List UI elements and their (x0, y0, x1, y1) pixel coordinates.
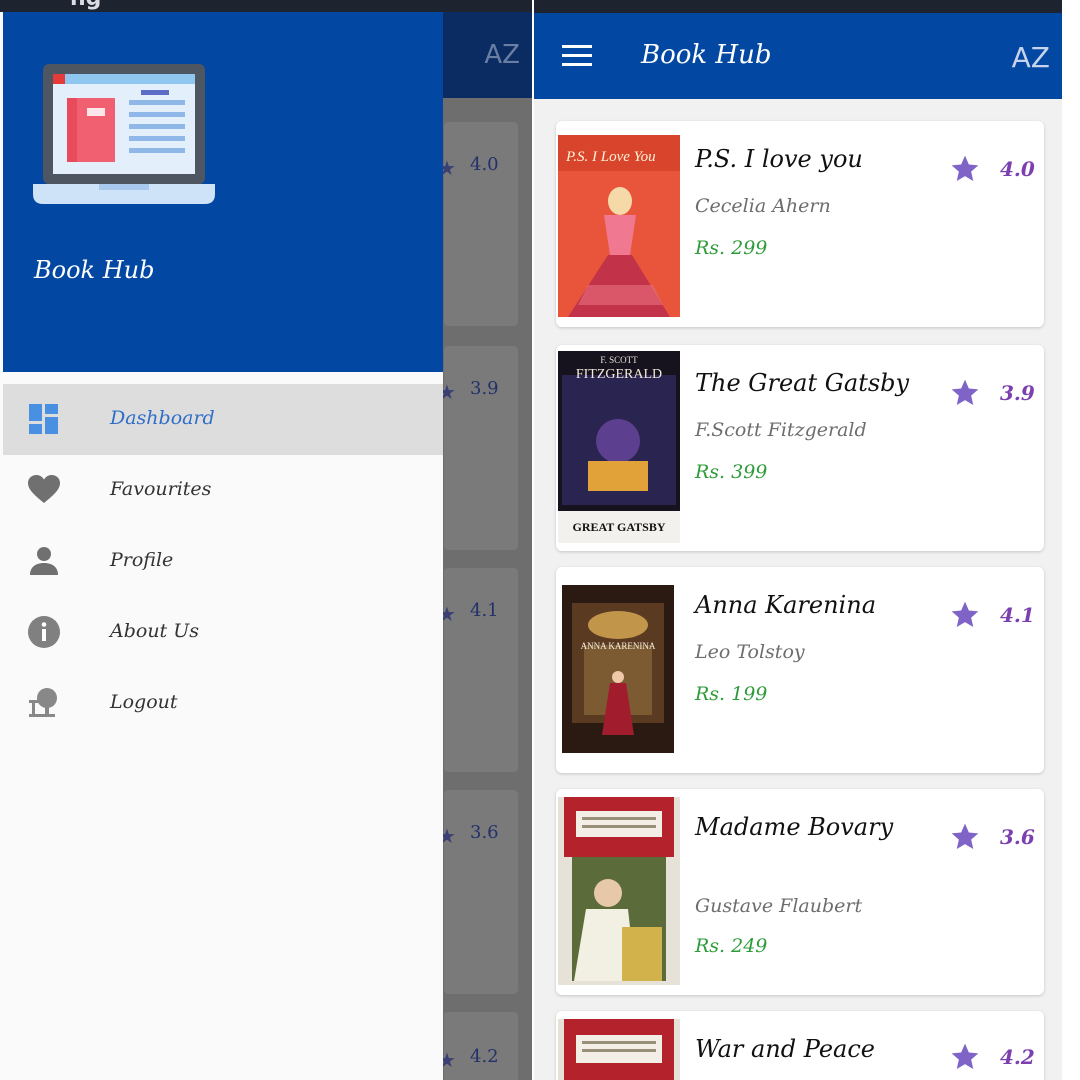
menu-item-logout[interactable]: Logout (3, 668, 443, 739)
cover-title: P.S. I Love You (565, 149, 656, 165)
book-cover-image: P.S. I Love You (558, 135, 680, 317)
star-icon (951, 379, 979, 405)
background-rating: 3.6 (470, 822, 499, 843)
book-title: Anna Karenina (695, 591, 876, 619)
background-rating: 4.2 (470, 1046, 499, 1067)
drawer-screen: ng AZ ★ 4.0 ★ 3.9 ★ 4.1 ★ 3.6 ★ 4.2 (0, 0, 532, 1080)
book-price: Rs. 199 (695, 683, 768, 705)
menu-item-dashboard[interactable]: Dashboard (3, 384, 443, 455)
background-rating: 3.9 (470, 378, 499, 399)
logout-icon (29, 688, 57, 717)
cover-title: ANNA KARENINA (581, 641, 656, 651)
star-icon (951, 1043, 979, 1069)
book-rating: 3.9 (1000, 381, 1035, 405)
background-rating: 4.1 (470, 600, 499, 621)
book-price: Rs. 249 (695, 935, 768, 957)
background-rating: 4.0 (470, 154, 499, 175)
book-author: F.Scott Fitzgerald (695, 419, 867, 441)
menu-item-label: Logout (110, 691, 178, 713)
book-cover-image: ANNA KARENINA (562, 585, 674, 753)
book-title: The Great Gatsby (695, 369, 910, 397)
book-rating: 4.2 (1000, 1045, 1035, 1069)
drawer-title: Book Hub (34, 256, 155, 284)
book-rating: 3.6 (1000, 825, 1035, 849)
app-toolbar: Book Hub AZ (534, 13, 1062, 99)
book-cover-image: F. SCOTT FITZGERALD GREAT GATSBY (558, 351, 680, 543)
book-title: P.S. I love you (695, 145, 863, 173)
menu-item-profile[interactable]: Profile (3, 526, 443, 597)
book-rating: 4.1 (1000, 603, 1035, 627)
heart-icon (28, 475, 60, 503)
background-card (444, 346, 518, 550)
book-card[interactable]: F. SCOTT FITZGERALD GREAT GATSBY The Gre… (556, 345, 1044, 551)
book-card[interactable]: P.S. I Love You P.S. I love you Cecelia … (556, 121, 1044, 327)
book-price: Rs. 299 (695, 237, 768, 259)
book-card[interactable]: ANNA KARENINA Anna Karenina Leo Tolstoy … (556, 567, 1044, 773)
cover-title: GREAT GATSBY (572, 520, 665, 534)
drawer-menu: Dashboard Favourites Profile About Us Lo… (3, 384, 443, 739)
hamburger-menu-icon[interactable] (562, 45, 592, 67)
laptop-book-icon (33, 64, 215, 204)
status-bar-text: ng (70, 0, 101, 11)
status-bar (534, 0, 1062, 12)
background-card (444, 122, 518, 326)
menu-item-label: Dashboard (110, 407, 215, 429)
book-author: Cecelia Ahern (695, 195, 831, 217)
drawer-header: Book Hub (3, 12, 443, 372)
dashboard-icon (29, 404, 58, 434)
book-author: Leo Tolstoy (695, 641, 805, 663)
info-icon (28, 616, 60, 648)
book-author: Gustave Flaubert (695, 895, 863, 917)
book-list-screen: Book Hub AZ P.S. I Love You P.S. I love … (534, 0, 1062, 1080)
menu-item-about-us[interactable]: About Us (3, 597, 443, 668)
book-cover-image (558, 1019, 680, 1080)
menu-item-label: Profile (110, 549, 174, 571)
background-sort-button: AZ (484, 40, 520, 70)
book-list: P.S. I Love You P.S. I love you Cecelia … (534, 99, 1062, 1080)
menu-item-label: About Us (110, 620, 199, 642)
status-bar: ng (0, 0, 532, 12)
navigation-drawer: Book Hub Dashboard Favourites Profile Ab… (0, 12, 443, 1080)
menu-item-favourites[interactable]: Favourites (3, 455, 443, 526)
star-icon (951, 155, 979, 181)
background-card (444, 568, 518, 772)
book-cover-image (558, 797, 680, 985)
person-icon (30, 547, 58, 575)
menu-item-label: Favourites (110, 478, 212, 500)
book-title: War and Peace (695, 1035, 875, 1063)
star-icon (951, 823, 979, 849)
book-card[interactable]: Madame Bovary Gustave Flaubert Rs. 249 3… (556, 789, 1044, 995)
book-price: Rs. 399 (695, 461, 768, 483)
book-title: Madame Bovary (695, 813, 894, 841)
cover-author-name: FITZGERALD (576, 367, 662, 382)
book-card[interactable]: War and Peace 4.2 (556, 1011, 1044, 1080)
book-rating: 4.0 (1000, 157, 1035, 181)
cover-author: F. SCOTT (600, 355, 638, 365)
sort-button[interactable]: AZ (1012, 41, 1050, 74)
app-title: Book Hub (641, 40, 772, 70)
background-card (444, 790, 518, 994)
star-icon (951, 601, 979, 627)
